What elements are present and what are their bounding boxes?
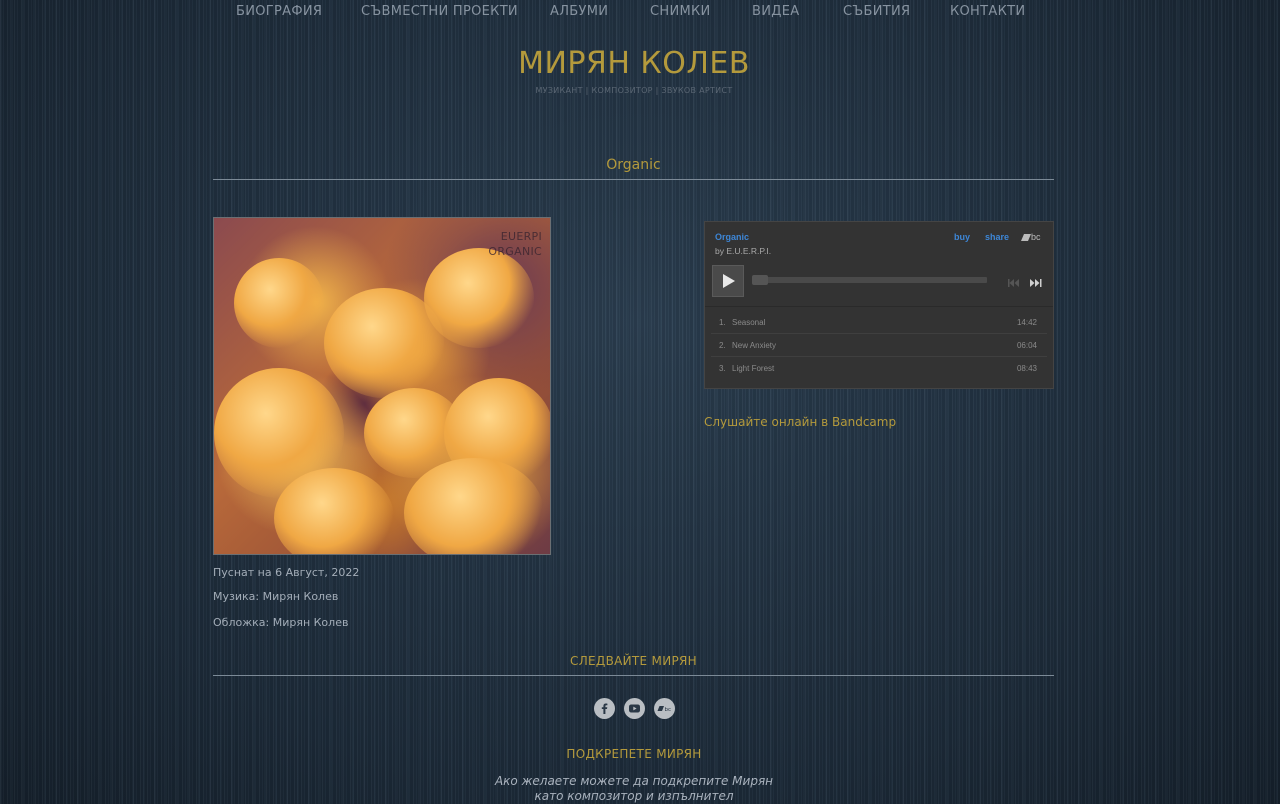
cover-text-album: ORGANIC — [488, 245, 542, 258]
cover-text-artist: EUERPI — [500, 230, 542, 243]
bandcamp-logo-text: bc — [1031, 232, 1041, 242]
nav-item-biography[interactable]: БИОГРАФИЯ — [236, 4, 322, 19]
track-duration: 06:04 — [1016, 341, 1037, 350]
music-credit: Музика: Мирян Колев — [213, 590, 339, 603]
track-row[interactable]: 2. New Anxiety 06:04 — [705, 334, 1053, 356]
release-date: Пуснат на 6 Август, 2022 — [213, 566, 360, 579]
track-name: New Anxiety — [732, 341, 777, 350]
follow-heading: СЛЕДВАЙТЕ МИРЯН — [570, 654, 697, 668]
facebook-button[interactable] — [594, 698, 615, 719]
track-number: 2. — [719, 341, 726, 350]
nav-item-albums[interactable]: АЛБУМИ — [550, 4, 608, 19]
play-icon — [723, 274, 735, 288]
nav-item-projects[interactable]: СЪВМЕСТНИ ПРОЕКТИ — [361, 4, 518, 19]
track-number: 3. — [719, 364, 726, 373]
site-title[interactable]: МИРЯН КОЛЕВ — [0, 46, 1268, 81]
next-icon — [1030, 279, 1042, 287]
main-nav: БИОГРАФИЯ СЪВМЕСТНИ ПРОЕКТИ АЛБУМИ СНИМК… — [0, 4, 1280, 22]
album-cover: EUERPI ORGANIC — [213, 217, 551, 555]
youtube-icon — [629, 704, 640, 713]
share-button[interactable]: share — [985, 232, 1009, 242]
player-artist: by E.U.E.R.P.I. — [715, 246, 772, 256]
support-heading: ПОДКРЕПЕТЕ МИРЯН — [566, 747, 702, 761]
bandcamp-icon: bc — [657, 706, 672, 713]
facebook-icon — [601, 703, 608, 714]
track-duration: 08:43 — [1016, 364, 1037, 373]
progress-handle[interactable] — [752, 275, 768, 285]
track-number: 1. — [719, 318, 726, 327]
nav-item-photos[interactable]: СНИМКИ — [650, 4, 711, 19]
player-divider — [705, 306, 1053, 307]
site-subtitle: МУЗИКАНТ | КОМПОЗИТОР | ЗВУКОВ АРТИСТ — [535, 86, 733, 95]
track-name: Seasonal — [732, 318, 766, 327]
support-text-line2: като композитор и изпълнител — [534, 789, 734, 803]
player-album-title[interactable]: Organic — [715, 232, 749, 242]
artwork-credit: Обложка: Мирян Колев — [213, 616, 349, 629]
bandcamp-player: Organic by E.U.E.R.P.I. buy share bc 1. … — [704, 221, 1054, 389]
bandcamp-button[interactable]: bc — [654, 698, 675, 719]
next-track-button[interactable] — [1030, 275, 1042, 293]
bandcamp-logo-icon[interactable]: bc — [1021, 232, 1041, 242]
album-heading: Organic — [606, 157, 661, 173]
previous-track-button[interactable] — [1008, 275, 1020, 293]
track-duration: 14:42 — [1016, 318, 1037, 327]
svg-text:bc: bc — [665, 707, 672, 713]
nav-item-videos[interactable]: ВИДЕА — [752, 4, 799, 19]
album-divider — [213, 179, 1054, 180]
track-name: Light Forest — [732, 364, 775, 373]
play-button[interactable] — [712, 265, 744, 297]
follow-divider — [213, 675, 1054, 676]
youtube-button[interactable] — [624, 698, 645, 719]
buy-button[interactable]: buy — [954, 232, 970, 242]
track-row[interactable]: 1. Seasonal 14:42 — [705, 311, 1053, 333]
track-row[interactable]: 3. Light Forest 08:43 — [705, 357, 1053, 379]
support-text-line1: Ако желаете можете да подкрепите Мирян — [494, 774, 774, 788]
previous-icon — [1008, 279, 1019, 287]
progress-slider[interactable] — [752, 275, 987, 285]
listen-on-bandcamp-link[interactable]: Слушайте онлайн в Bandcamp — [704, 415, 896, 429]
nav-item-contacts[interactable]: КОНТАКТИ — [950, 4, 1025, 19]
nav-item-events[interactable]: СЪБИТИЯ — [843, 4, 910, 19]
